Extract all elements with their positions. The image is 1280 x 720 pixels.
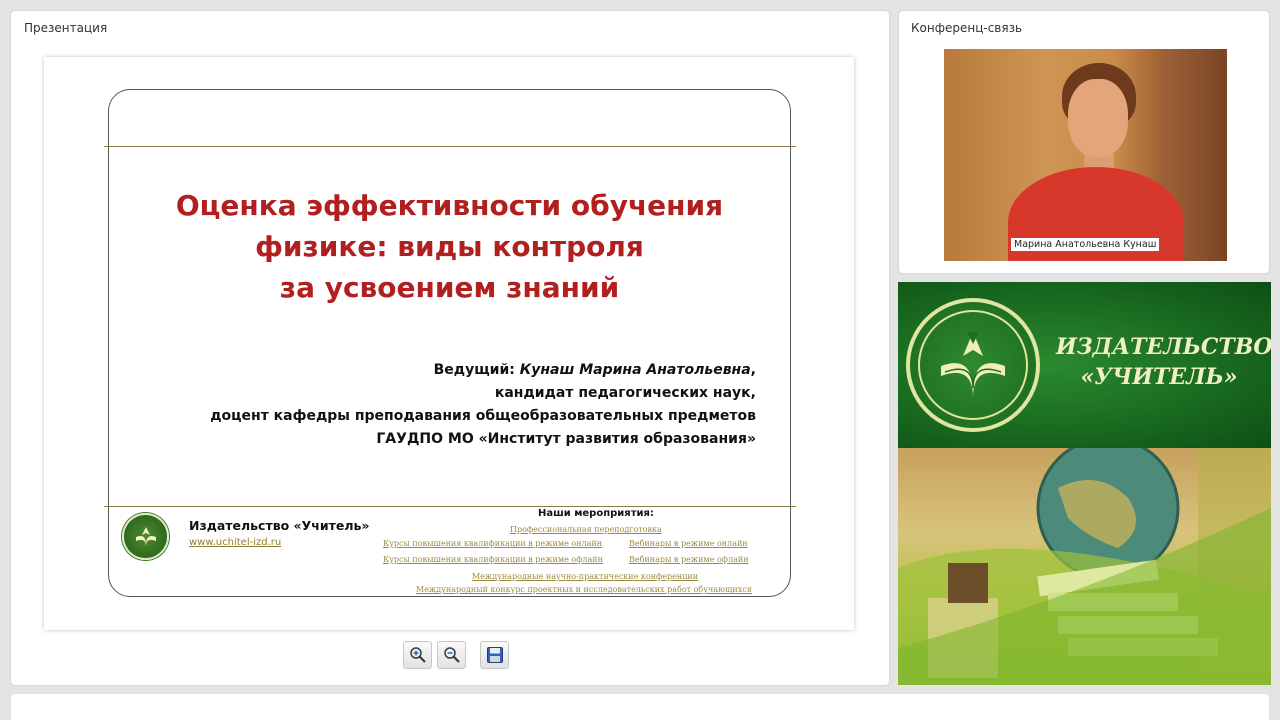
event-link[interactable]: Курсы повышения квалификации в режиме оф…: [383, 555, 603, 564]
books-globe-illustration: [898, 448, 1271, 685]
slide-title-line: физике: виды контроля: [255, 230, 644, 263]
conference-panel-title: Конференц-связь: [911, 21, 1023, 35]
slide-title-line: Оценка эффективности обучения: [175, 189, 724, 222]
slide: Оценка эффективности обучения физике: ви…: [44, 57, 854, 630]
presentation-panel: Презентация Оценка эффективности обучени…: [11, 11, 889, 685]
footer-url-link[interactable]: www.uchitel-izd.ru: [189, 537, 281, 548]
event-link[interactable]: Вебинары в режиме офлайн: [629, 555, 749, 564]
presenter-name: Кунаш Марина Анатольевна: [519, 362, 751, 378]
banner-books-globe-image[interactable]: [898, 448, 1271, 685]
zoom-out-button[interactable]: [437, 641, 466, 669]
save-icon: [486, 647, 503, 663]
event-link[interactable]: Вебинары в режиме онлайн: [629, 539, 748, 548]
book-leaf-icon: [136, 527, 156, 547]
banner-line: ИЗДАТЕЛЬСТВО: [1056, 334, 1273, 360]
event-link[interactable]: Международный конкурс проектных и исслед…: [416, 585, 752, 594]
zoom-in-button[interactable]: [403, 641, 432, 669]
save-button[interactable]: [480, 641, 509, 669]
slide-title: Оценка эффективности обучения физике: ви…: [108, 185, 791, 308]
presentation-panel-title: Презентация: [24, 21, 108, 35]
publisher-logo: [906, 298, 1040, 432]
zoom-in-icon: [409, 647, 426, 663]
slide-title-line: за усвоением знаний: [279, 271, 620, 304]
event-link[interactable]: Международные научно-практические конфер…: [472, 572, 698, 581]
participant-video[interactable]: Марина Анатольевна Кунаш: [944, 49, 1227, 261]
zoom-out-icon: [443, 647, 460, 663]
presenter-suffix: ,: [750, 362, 756, 378]
slide-divider-top: [104, 146, 796, 147]
participant-name-label: Марина Анатольевна Кунаш: [1011, 238, 1160, 251]
event-link[interactable]: Курсы повышения квалификации в режиме он…: [383, 539, 602, 548]
publisher-banner-text: ИЗДАТЕЛЬСТВО «УЧИТЕЛЬ»: [1056, 332, 1273, 392]
footer-publisher: Издательство «Учитель»: [189, 518, 370, 533]
presenter-info: Ведущий: Кунаш Марина Анатольевна, канди…: [210, 359, 756, 451]
presenter-degree: кандидат педагогических наук,: [494, 385, 756, 401]
publisher-banner[interactable]: ИЗДАТЕЛЬСТВО «УЧИТЕЛЬ»: [898, 282, 1273, 448]
presenter-prefix: Ведущий:: [433, 362, 520, 378]
book-leaf-icon: [941, 332, 1005, 398]
slide-divider-bottom: [104, 506, 796, 507]
presenter-position: доцент кафедры преподавания общеобразова…: [210, 408, 756, 424]
events-title: Наши мероприятия:: [538, 508, 654, 519]
presenter-institution: ГАУДПО МО «Институт развития образования…: [376, 431, 756, 447]
publisher-logo-small: [122, 513, 169, 560]
conference-panel: Конференц-связь Марина Анатольевна Кунаш: [899, 11, 1269, 273]
bottom-panel: [11, 694, 1269, 720]
event-link[interactable]: Профессиональная переподготовка: [510, 525, 662, 534]
presenter-line: Ведущий: Кунаш Марина Анатольевна,: [210, 359, 756, 382]
video-participant-face: [1068, 79, 1128, 157]
banner-line: «УЧИТЕЛЬ»: [1080, 364, 1238, 390]
